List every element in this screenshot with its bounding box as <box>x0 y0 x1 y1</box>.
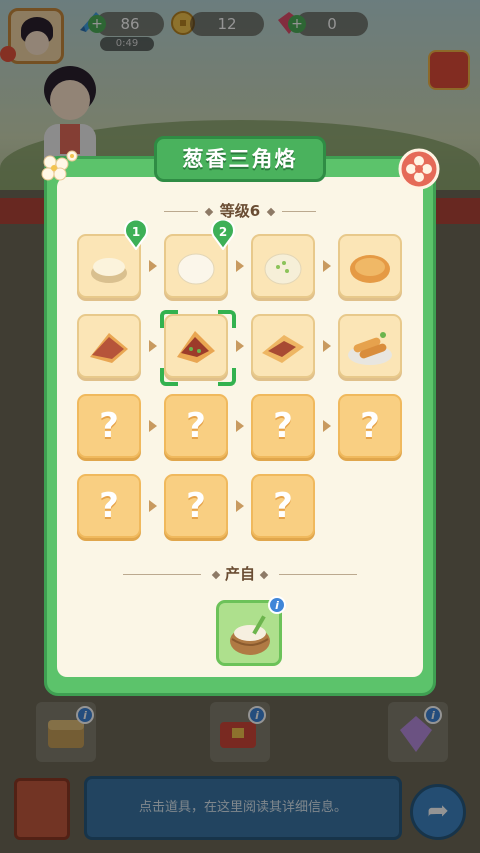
chain-item-tile[interactable] <box>338 314 402 378</box>
question-mark-icon: ? <box>186 406 206 446</box>
folded-pancake-icon <box>90 333 128 363</box>
pancake-icon <box>350 255 390 283</box>
svg-text:2: 2 <box>219 225 227 239</box>
question-mark-icon: ? <box>99 406 119 446</box>
question-mark-icon: ? <box>273 486 293 526</box>
chain-item-tile[interactable] <box>251 234 315 298</box>
panel-title: 葱香三角烙 <box>154 136 326 182</box>
question-mark-icon: ? <box>273 406 293 446</box>
chain-arrow-icon <box>236 340 244 352</box>
chain-arrow-icon <box>236 260 244 272</box>
locked-item-tile[interactable]: ? <box>251 474 315 538</box>
chain-arrow-icon <box>149 260 157 272</box>
chain-arrow-icon <box>149 340 157 352</box>
locked-item-tile[interactable]: ? <box>164 394 228 458</box>
flour-basket-icon <box>230 615 270 655</box>
chain-arrow-icon <box>323 340 331 352</box>
chain-item-tile[interactable] <box>338 234 402 298</box>
locked-item-tile[interactable]: ? <box>77 394 141 458</box>
order-pin-icon: 2 <box>211 220 235 250</box>
selection-corner <box>160 310 178 328</box>
level-heading: 等级6 <box>44 200 436 222</box>
selection-corner <box>218 310 236 328</box>
order-pin-icon: 1 <box>124 220 148 250</box>
chain-item-tile[interactable] <box>77 314 141 378</box>
selection-corner <box>160 368 178 386</box>
question-mark-icon: ? <box>186 486 206 526</box>
spring-rolls-platter-icon <box>348 332 392 365</box>
info-icon[interactable]: i <box>268 596 286 614</box>
selection-corner <box>218 368 236 386</box>
locked-item-tile[interactable]: ? <box>251 394 315 458</box>
chain-arrow-icon <box>323 420 331 432</box>
chain-arrow-icon <box>149 420 157 432</box>
chain-arrow-icon <box>236 500 244 512</box>
locked-item-tile[interactable]: ? <box>77 474 141 538</box>
locked-item-tile[interactable]: ? <box>164 474 228 538</box>
flower-decoration-icon <box>41 150 78 181</box>
chain-arrow-icon <box>149 500 157 512</box>
question-mark-icon: ? <box>99 486 119 526</box>
stuffed-pancake-icon <box>262 335 304 363</box>
chain-arrow-icon <box>236 420 244 432</box>
chain-item-tile[interactable] <box>251 314 315 378</box>
produced-by-heading: 产自 <box>44 564 436 584</box>
close-icon[interactable] <box>398 148 440 190</box>
chain-arrow-icon <box>323 260 331 272</box>
produced-by-label: 产自 <box>224 565 255 583</box>
svg-text:1: 1 <box>132 225 140 239</box>
locked-item-tile[interactable]: ? <box>338 394 402 458</box>
level-label: 等级6 <box>219 202 261 220</box>
scallion-bun-icon <box>264 253 302 285</box>
question-mark-icon: ? <box>360 406 380 446</box>
